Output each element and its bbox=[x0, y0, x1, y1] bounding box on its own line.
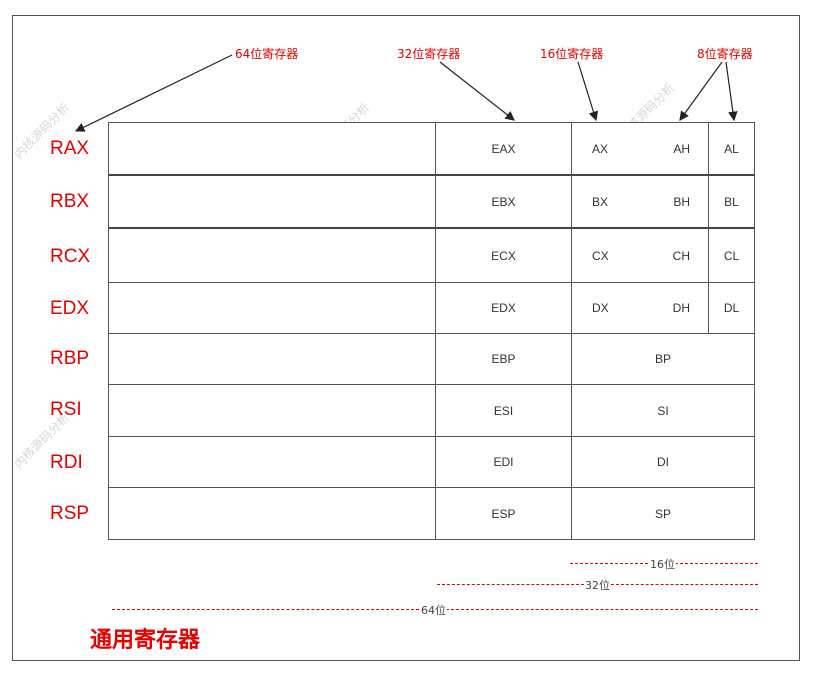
reg8l-cell: CL bbox=[708, 227, 755, 283]
reg16-cell: BP bbox=[571, 333, 755, 385]
reg16-name: AX bbox=[592, 141, 609, 156]
reg64-cell bbox=[108, 333, 436, 385]
reg16-cell: SI bbox=[571, 384, 755, 437]
reg64-cell bbox=[108, 122, 436, 175]
reg8h-name: CH bbox=[672, 248, 690, 263]
reg16-name: CX bbox=[592, 248, 609, 263]
reg32-cell: ECX bbox=[435, 227, 572, 283]
reg64-label: EDX bbox=[50, 298, 90, 319]
reg32-cell: ESP bbox=[435, 487, 572, 540]
reg64-cell bbox=[108, 487, 436, 540]
reg64-label: RDI bbox=[50, 452, 83, 473]
reg64-label: RBX bbox=[50, 191, 90, 212]
reg16-cell: DX DH bbox=[571, 282, 709, 334]
span-64bit-label: 64位 bbox=[420, 602, 447, 618]
reg64-label: RSI bbox=[50, 399, 82, 420]
reg64-cell bbox=[108, 174, 436, 228]
reg64-label: RSP bbox=[50, 503, 90, 524]
reg16-cell: CX CH bbox=[571, 227, 709, 283]
reg64-label: RCX bbox=[50, 246, 91, 267]
reg8l-cell: AL bbox=[708, 122, 755, 175]
reg16-cell: SP bbox=[571, 487, 755, 540]
span-16bit-label: 16位 bbox=[649, 556, 676, 572]
reg32-cell: EBP bbox=[435, 333, 572, 385]
reg8h-name: BH bbox=[673, 194, 690, 209]
reg16-name: BX bbox=[592, 194, 609, 209]
reg64-cell bbox=[108, 384, 436, 437]
reg64-cell bbox=[108, 227, 436, 283]
reg16-cell: DI bbox=[571, 436, 755, 488]
diagram-title: 通用寄存器 bbox=[90, 628, 201, 653]
reg16-cell: AX AH bbox=[571, 122, 709, 175]
reg8h-name: DH bbox=[672, 301, 690, 315]
reg8l-cell: DL bbox=[708, 282, 755, 334]
reg8h-name: AH bbox=[673, 141, 690, 156]
span-32bit-label: 32位 bbox=[584, 577, 611, 593]
reg64-cell bbox=[108, 436, 436, 488]
reg32-cell: EDI bbox=[435, 436, 572, 488]
reg64-label: RBP bbox=[50, 348, 90, 369]
reg64-cell bbox=[108, 282, 436, 334]
reg32-cell: EAX bbox=[435, 122, 572, 175]
reg8l-cell: BL bbox=[708, 174, 755, 228]
reg32-cell: ESI bbox=[435, 384, 572, 437]
reg32-cell: EBX bbox=[435, 174, 572, 228]
reg16-name: DX bbox=[592, 301, 609, 315]
reg32-cell: EDX bbox=[435, 282, 572, 334]
reg64-label: RAX bbox=[50, 138, 90, 159]
reg16-cell: BX BH bbox=[571, 174, 709, 228]
